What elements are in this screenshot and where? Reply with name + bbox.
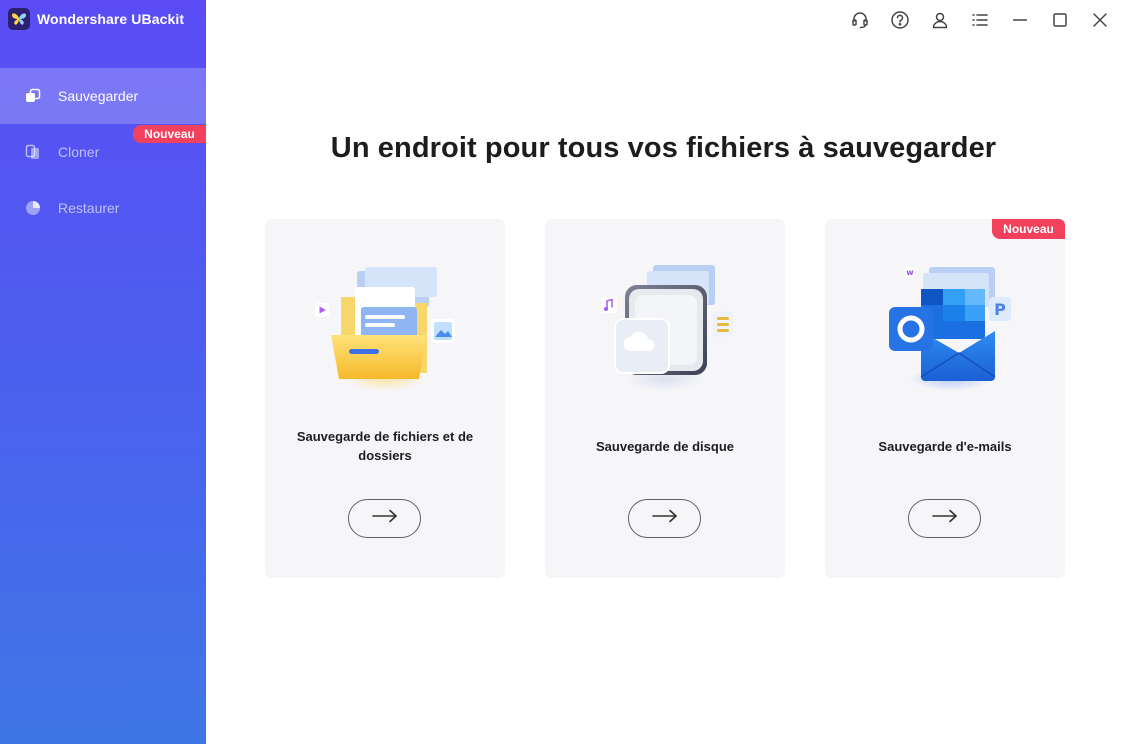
arrow-right-icon xyxy=(651,509,679,528)
folder-files-illustration xyxy=(315,257,455,397)
clone-icon xyxy=(24,143,42,161)
outlook-email-illustration: w P xyxy=(875,257,1015,397)
sidebar-item-restaurer[interactable]: Restaurer xyxy=(0,180,206,236)
card-go-button[interactable] xyxy=(908,499,981,538)
sidebar-item-sauvegarder[interactable]: Sauvegarder xyxy=(0,68,206,124)
card-label: Sauvegarde d'e-mails xyxy=(878,439,1012,454)
svg-text:P: P xyxy=(994,300,1006,319)
arrow-right-icon xyxy=(371,509,399,528)
app-brand: Wondershare UBackit xyxy=(8,8,184,30)
sidebar: Wondershare UBackit Sauvegarder Cloner N… xyxy=(0,0,206,744)
card-label: Sauvegarde de fichiers et de dossiers xyxy=(296,429,474,463)
butterfly-logo-icon xyxy=(8,8,30,30)
arrow-right-icon xyxy=(931,509,959,528)
help-icon[interactable] xyxy=(889,9,911,31)
close-icon[interactable] xyxy=(1089,9,1111,31)
minimize-icon[interactable] xyxy=(1009,9,1031,31)
sidebar-item-label: Sauvegarder xyxy=(58,88,139,104)
sidebar-item-label: Cloner xyxy=(58,144,100,160)
card-disk-backup[interactable]: Sauvegarde de disque xyxy=(545,219,785,578)
card-file-backup[interactable]: Sauvegarde de fichiers et de dossiers xyxy=(265,219,505,578)
svg-text:w: w xyxy=(906,268,914,277)
restore-icon xyxy=(24,199,42,217)
sidebar-item-label: Restaurer xyxy=(58,200,120,216)
card-go-button[interactable] xyxy=(348,499,421,538)
page-title: Un endroit pour tous vos fichiers à sauv… xyxy=(330,132,997,164)
disk-backup-illustration xyxy=(595,257,735,397)
card-label: Sauvegarde de disque xyxy=(596,439,734,454)
menu-list-icon[interactable] xyxy=(969,9,991,31)
backup-icon xyxy=(24,87,42,105)
new-badge: Nouveau xyxy=(133,125,206,143)
new-badge: Nouveau xyxy=(992,219,1065,239)
app-title: Wondershare UBackit xyxy=(37,11,185,27)
headset-support-icon[interactable] xyxy=(849,9,871,31)
user-account-icon[interactable] xyxy=(929,9,951,31)
card-go-button[interactable] xyxy=(628,499,701,538)
maximize-icon[interactable] xyxy=(1049,9,1071,31)
card-email-backup[interactable]: Nouveau w P Sauvegarde d'e-mails xyxy=(825,219,1065,578)
